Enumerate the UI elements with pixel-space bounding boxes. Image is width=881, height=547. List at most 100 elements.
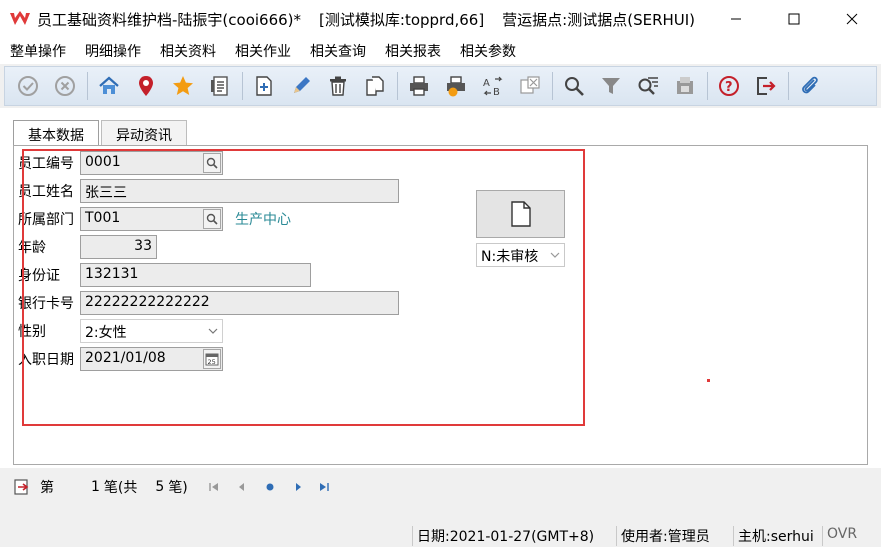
home-button[interactable] bbox=[94, 71, 124, 101]
pager-current: 1 bbox=[91, 479, 100, 495]
search-icon bbox=[565, 77, 584, 96]
print-button[interactable] bbox=[404, 71, 434, 101]
bank-field[interactable]: 22222222222222 bbox=[80, 291, 399, 315]
id-row: 身份证 132131 bbox=[18, 263, 311, 287]
tab-change-info[interactable]: 异动资讯 bbox=[101, 120, 187, 146]
title-bar: 员工基础资料维护档-陆振宇(cooi666)* [测试模拟库:topprd,66]… bbox=[0, 0, 881, 38]
convert-button[interactable]: AB bbox=[478, 71, 508, 101]
hire-date-row: 入职日期 2021/01/08 25 bbox=[18, 347, 223, 371]
menu-related-jobs[interactable]: 相关作业 bbox=[235, 41, 291, 61]
pager-label: 第 bbox=[40, 480, 54, 496]
menu-related-data[interactable]: 相关资料 bbox=[160, 41, 216, 61]
save-button[interactable] bbox=[670, 71, 700, 101]
status-date: 日期:2021-01-27(GMT+8) bbox=[412, 526, 594, 546]
convert-icon: AB bbox=[483, 76, 503, 97]
content-area: 基本数据 异动资讯 员工编号 0001 员工姓名 张三三 所属部门 T001 生… bbox=[0, 108, 881, 468]
emp-name-value: 张三三 bbox=[85, 185, 127, 201]
window-title: 员工基础资料维护档-陆振宇(cooi666)* [测试模拟库:topprd,66]… bbox=[37, 9, 695, 30]
print-query-icon bbox=[447, 76, 465, 97]
photo-button[interactable] bbox=[476, 190, 565, 238]
emp-no-lookup-button[interactable] bbox=[203, 153, 221, 173]
current-page-icon[interactable] bbox=[264, 481, 276, 493]
favorite-button[interactable] bbox=[168, 71, 198, 101]
menu-related-query[interactable]: 相关查询 bbox=[310, 41, 366, 61]
search-button[interactable] bbox=[559, 71, 589, 101]
emp-name-row: 员工姓名 张三三 bbox=[18, 179, 399, 203]
approval-status-select[interactable]: N:未审核 bbox=[476, 243, 565, 267]
add-icon bbox=[256, 76, 272, 96]
exit-button[interactable] bbox=[751, 71, 781, 101]
svg-text:B: B bbox=[493, 87, 500, 97]
document-list-button[interactable] bbox=[205, 71, 235, 101]
document-list-icon bbox=[211, 76, 228, 96]
emp-name-field[interactable]: 张三三 bbox=[80, 179, 399, 203]
pager-unit-total: 笔(共 bbox=[103, 480, 138, 496]
toolbar-separator bbox=[87, 72, 88, 100]
svg-text:A: A bbox=[483, 78, 490, 89]
red-marker bbox=[707, 379, 710, 382]
cancel-icon bbox=[55, 76, 75, 96]
print-query-button[interactable] bbox=[441, 71, 471, 101]
next-page-icon[interactable] bbox=[292, 481, 304, 493]
id-value: 132131 bbox=[85, 266, 139, 282]
calendar-day: 25 bbox=[208, 358, 216, 366]
window-controls bbox=[707, 0, 881, 38]
record-locate-icon[interactable] bbox=[14, 479, 30, 495]
help-button[interactable]: ? bbox=[714, 71, 744, 101]
print-icon bbox=[410, 76, 428, 96]
toolbar: AB ? bbox=[4, 66, 877, 106]
emp-no-value: 0001 bbox=[85, 154, 121, 170]
dept-label: 所属部门 bbox=[18, 212, 74, 228]
calendar-icon: 25 bbox=[205, 353, 219, 366]
minimize-button[interactable] bbox=[707, 0, 765, 38]
dept-field[interactable]: T001 bbox=[80, 207, 223, 231]
location-button[interactable] bbox=[131, 71, 161, 101]
delete-button[interactable] bbox=[323, 71, 353, 101]
menu-related-reports[interactable]: 相关报表 bbox=[385, 41, 441, 61]
toolbar-separator bbox=[707, 72, 708, 100]
tab-strip: 基本数据 异动资讯 bbox=[13, 120, 189, 146]
hire-date-field[interactable]: 2021/01/08 25 bbox=[80, 347, 223, 371]
attachment-button[interactable] bbox=[795, 71, 825, 101]
confirm-button[interactable] bbox=[13, 71, 43, 101]
confirm-icon bbox=[18, 76, 38, 96]
emp-name-label: 员工姓名 bbox=[18, 184, 74, 200]
pager-total: 5 bbox=[155, 479, 165, 495]
favorite-star-icon bbox=[173, 76, 193, 95]
tab-basic-data[interactable]: 基本数据 bbox=[13, 120, 99, 146]
id-field[interactable]: 132131 bbox=[80, 263, 311, 287]
emp-no-field[interactable]: 0001 bbox=[80, 151, 223, 175]
advanced-search-button[interactable] bbox=[633, 71, 663, 101]
bank-value: 22222222222222 bbox=[85, 294, 210, 310]
attachment-icon bbox=[802, 76, 818, 94]
first-page-icon[interactable] bbox=[208, 481, 220, 493]
emp-no-label: 员工编号 bbox=[18, 156, 74, 172]
age-field[interactable]: 33 bbox=[80, 235, 157, 259]
edit-pencil-icon bbox=[294, 77, 310, 93]
dept-lookup-button[interactable] bbox=[203, 209, 221, 229]
home-icon bbox=[99, 76, 119, 94]
add-button[interactable] bbox=[249, 71, 279, 101]
menu-detail-ops[interactable]: 明细操作 bbox=[85, 41, 141, 61]
window-title-name: 员工基础资料维护档-陆振宇(cooi666)* bbox=[37, 10, 302, 29]
close-icon bbox=[846, 13, 858, 25]
edit-button[interactable] bbox=[286, 71, 316, 101]
bank-label: 银行卡号 bbox=[18, 296, 74, 312]
calendar-button[interactable]: 25 bbox=[203, 349, 221, 369]
prev-page-icon[interactable] bbox=[236, 481, 248, 493]
menu-order-ops[interactable]: 整单操作 bbox=[10, 41, 66, 61]
grid-button[interactable] bbox=[515, 71, 545, 101]
status-host: 主机:serhui bbox=[733, 526, 814, 546]
close-button[interactable] bbox=[823, 0, 881, 38]
maximize-button[interactable] bbox=[765, 0, 823, 38]
menu-related-params[interactable]: 相关参数 bbox=[460, 41, 516, 61]
copy-button[interactable] bbox=[360, 71, 390, 101]
filter-button[interactable] bbox=[596, 71, 626, 101]
exit-icon bbox=[757, 77, 776, 95]
dept-row: 所属部门 T001 生产中心 bbox=[18, 207, 291, 231]
gender-select[interactable]: 2:女性 bbox=[80, 319, 223, 343]
grid-icon bbox=[520, 76, 540, 94]
cancel-button[interactable] bbox=[50, 71, 80, 101]
last-page-icon[interactable] bbox=[318, 481, 330, 493]
id-label: 身份证 bbox=[18, 268, 60, 284]
